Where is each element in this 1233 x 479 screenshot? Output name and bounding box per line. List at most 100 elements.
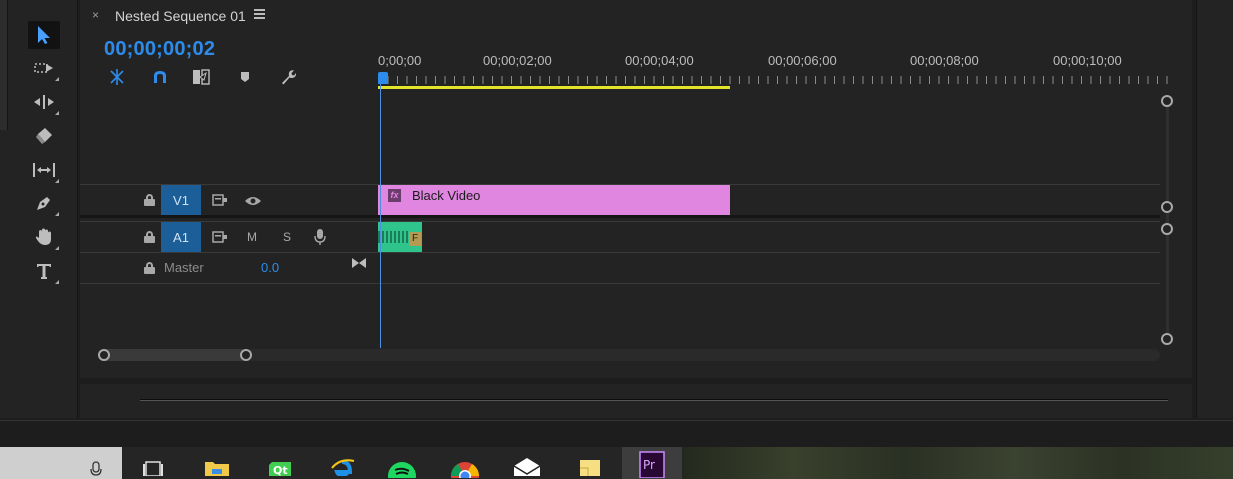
work-area-bar[interactable]: [378, 86, 730, 89]
vertical-scrollbar[interactable]: [1166, 100, 1169, 340]
sticky-notes-button[interactable]: [571, 450, 607, 479]
ruler-label: 00;00;06;00: [768, 53, 837, 68]
ruler-ticks: [378, 76, 1168, 84]
microphone-icon[interactable]: [90, 461, 102, 479]
playhead-line[interactable]: [380, 84, 381, 348]
solo-button[interactable]: S: [283, 230, 291, 244]
black-video-clip[interactable]: fx Black Video: [378, 185, 730, 215]
slip-tool-button[interactable]: [28, 156, 60, 184]
desktop-wallpaper: [684, 447, 1233, 479]
panel-edge: [0, 0, 8, 130]
hand-icon: [35, 228, 51, 245]
tools-panel: [0, 0, 78, 418]
track-select-tool-button[interactable]: [28, 54, 60, 82]
master-label: Master: [164, 260, 204, 275]
pen-tool-button[interactable]: [28, 189, 60, 217]
zoom-handle-right[interactable]: [240, 349, 252, 361]
slip-icon: [33, 163, 55, 177]
microphone-icon[interactable]: [314, 228, 326, 251]
panel-menu-icon[interactable]: [254, 9, 265, 21]
timeline-panel: × Nested Sequence 01 00;00;00;02 0;00;00…: [80, 0, 1192, 378]
hand-tool-button[interactable]: [28, 223, 60, 251]
audio-meters-panel: [80, 384, 1192, 418]
pen-icon: [37, 197, 50, 210]
ruler-label: 00;00;10;00: [1053, 53, 1122, 68]
close-tab-button[interactable]: ×: [92, 8, 99, 22]
v1-target-button[interactable]: V1: [161, 185, 201, 215]
snap-button[interactable]: [149, 67, 171, 87]
eye-icon[interactable]: [244, 194, 262, 212]
wrench-icon: [282, 70, 297, 85]
qt-icon: Qt: [269, 462, 291, 476]
windows-taskbar: Qt Pr: [0, 420, 1233, 479]
internet-explorer-icon: [331, 459, 355, 476]
timeline-settings-button[interactable]: [277, 67, 299, 87]
magnet-icon: [154, 71, 166, 83]
fx-badge: F: [409, 232, 421, 246]
ruler-label: 00;00;08;00: [910, 53, 979, 68]
scroll-handle[interactable]: [1161, 333, 1173, 345]
scroll-handle[interactable]: [1161, 223, 1173, 235]
empty-track-area: [80, 90, 1160, 184]
linked-selection-button[interactable]: [191, 67, 213, 87]
premiere-label: Pr: [643, 458, 655, 472]
arrow-icon: [38, 26, 50, 44]
razor-icon: [36, 128, 52, 144]
selection-tool-button[interactable]: [28, 21, 60, 49]
type-tool-button[interactable]: [28, 257, 60, 285]
file-explorer-button[interactable]: [199, 450, 235, 479]
audio-waveform: [378, 231, 408, 243]
master-volume-value[interactable]: 0.0: [261, 260, 279, 275]
lock-icon[interactable]: [144, 231, 155, 243]
ripple-edit-tool-button[interactable]: [28, 88, 60, 116]
insert-overwrite-sequences-button[interactable]: [106, 67, 128, 87]
video-audio-divider: [80, 215, 1160, 218]
mail-button[interactable]: [509, 450, 545, 479]
premiere-pro-button[interactable]: Pr: [622, 447, 682, 479]
spotify-button[interactable]: [384, 450, 420, 479]
sequence-tab[interactable]: Nested Sequence 01: [115, 8, 246, 24]
razor-tool-button[interactable]: [28, 122, 60, 150]
panel-divider: [140, 399, 1168, 401]
playhead-timecode[interactable]: 00;00;00;02: [104, 38, 215, 61]
chrome-icon: [451, 462, 479, 478]
sync-lock-icon[interactable]: [212, 230, 228, 249]
panel-header: × Nested Sequence 01: [80, 0, 1192, 32]
bowtie-icon[interactable]: [351, 256, 367, 274]
task-view-button[interactable]: [135, 450, 171, 479]
sticky-notes-icon: [580, 460, 600, 476]
lock-icon[interactable]: [144, 194, 155, 206]
a1-track-header: A1 M S: [80, 222, 376, 252]
track-select-icon: [34, 63, 53, 73]
zoom-handle-left[interactable]: [98, 349, 110, 361]
mute-button[interactable]: M: [247, 230, 257, 244]
sync-lock-icon[interactable]: [212, 193, 228, 212]
type-icon: [37, 264, 51, 279]
horizontal-scrollbar[interactable]: [104, 349, 1160, 361]
ripple-edit-icon: [34, 95, 54, 109]
qt-label: Qt: [273, 464, 288, 476]
internet-explorer-button[interactable]: [324, 450, 360, 479]
audio-clip[interactable]: F: [378, 222, 422, 252]
scroll-handle[interactable]: [1161, 95, 1173, 107]
ruler-label: 00;00;04;00: [625, 53, 694, 68]
scroll-handle[interactable]: [1161, 201, 1173, 213]
a1-target-button[interactable]: A1: [161, 222, 201, 252]
playhead-handle[interactable]: [378, 72, 388, 84]
a1-track: A1 M S: [80, 222, 1160, 252]
qt-creator-button[interactable]: Qt: [262, 450, 298, 479]
search-area[interactable]: [0, 447, 122, 479]
ruler-label: 0;00;00: [378, 53, 422, 68]
ruler-label: 00;00;02;00: [483, 53, 552, 68]
linked-selection-icon: [193, 69, 210, 85]
time-ruler[interactable]: 0;00;00 00;00;02;00 00;00;04;00 00;00;06…: [378, 48, 1168, 90]
fx-badge: fx: [388, 189, 401, 202]
task-view-icon: [143, 461, 163, 476]
chrome-button[interactable]: [447, 450, 483, 479]
spotify-icon: [388, 462, 416, 478]
lock-icon[interactable]: [144, 262, 155, 274]
mail-icon: [513, 458, 541, 476]
add-marker-button[interactable]: [234, 67, 256, 87]
horizontal-scroll-thumb[interactable]: [98, 349, 248, 361]
app-status-strip: [0, 420, 1233, 447]
